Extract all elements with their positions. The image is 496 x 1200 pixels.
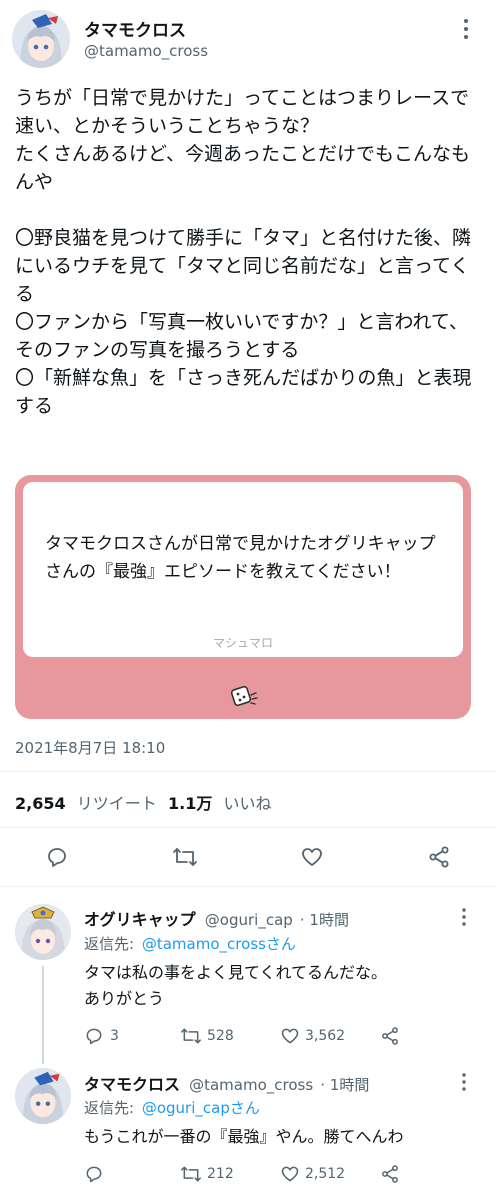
reply-1-reply-count: 3 bbox=[110, 1028, 119, 1044]
retweets-label: リツイート bbox=[76, 794, 157, 813]
reply-1-retweet-count: 528 bbox=[207, 1028, 234, 1044]
tweet-text: うちが「日常で見かけた」ってことはつまりレースで速い、とかそういうことちゃうな？… bbox=[15, 87, 472, 417]
avatar-tamamo-cross-reply[interactable] bbox=[15, 1068, 71, 1124]
reply-1-handle[interactable]: @oguri_cap bbox=[205, 911, 293, 929]
dice-icon bbox=[229, 683, 259, 711]
author-handle[interactable]: @tamamo_cross bbox=[84, 42, 208, 60]
reply-2-author-name[interactable]: タマモクロス bbox=[84, 1075, 180, 1094]
reply-1-retweet-icon[interactable] bbox=[180, 1026, 202, 1046]
card-question-box: タマモクロスさんが日常で見かけたオグリキャップさんの『最強』エピソードを教えてく… bbox=[23, 482, 463, 657]
reply-2-share-icon[interactable] bbox=[380, 1164, 400, 1184]
avatar-tamamo-cross[interactable] bbox=[12, 10, 70, 68]
card-question-text: タマモクロスさんが日常で見かけたオグリキャップさんの『最強』エピソードを教えてく… bbox=[45, 534, 436, 582]
avatar-illustration bbox=[15, 1068, 71, 1124]
avatar-illustration bbox=[15, 904, 71, 960]
reply-2-reply-to: 返信先: @oguri_capさん bbox=[84, 1097, 260, 1118]
more-options-icon[interactable] bbox=[462, 18, 470, 40]
card-brand-label: マシュマロ bbox=[212, 636, 273, 650]
reply-1-reply-to-label: 返信先: bbox=[84, 935, 135, 953]
tweet-timestamp[interactable]: 2021年8月7日 18:10 bbox=[15, 737, 165, 758]
reply-1-time[interactable]: · 1時間 bbox=[300, 911, 349, 929]
reply-1-like-icon[interactable] bbox=[280, 1026, 300, 1046]
reply-2-retweet-count: 212 bbox=[207, 1166, 234, 1182]
reply-1-author-name[interactable]: オグリキャップ bbox=[84, 910, 196, 929]
reply-2-reply-icon[interactable] bbox=[84, 1164, 104, 1184]
reply-1-header: オグリキャップ @oguri_cap · 1時間 bbox=[84, 906, 349, 930]
reply-1-reply-to: 返信先: @tamamo_crossさん bbox=[84, 933, 296, 954]
reply-2-retweet-icon[interactable] bbox=[180, 1164, 202, 1184]
reply-1-reply-to-handle[interactable]: @tamamo_crossさん bbox=[142, 935, 296, 953]
reply-1-more-icon[interactable] bbox=[461, 908, 467, 926]
reply-2-handle[interactable]: @tamamo_cross bbox=[189, 1076, 313, 1094]
reply-2-header: タマモクロス @tamamo_cross · 1時間 bbox=[84, 1071, 369, 1095]
like-icon[interactable] bbox=[300, 845, 324, 869]
reply-icon[interactable] bbox=[45, 845, 69, 869]
share-icon[interactable] bbox=[427, 845, 451, 869]
divider bbox=[0, 771, 496, 772]
likes-count: 1.1万 bbox=[168, 794, 213, 813]
reply-1-reply-icon[interactable] bbox=[84, 1026, 104, 1046]
divider bbox=[0, 827, 496, 828]
retweets-stat[interactable]: 2,654 リツイート bbox=[15, 790, 157, 814]
reply-2-more-icon[interactable] bbox=[461, 1073, 467, 1091]
reply-2-reply-to-handle[interactable]: @oguri_capさん bbox=[142, 1099, 260, 1117]
thread-line bbox=[42, 966, 44, 1064]
reply-2-reply-to-label: 返信先: bbox=[84, 1099, 135, 1117]
divider bbox=[0, 886, 496, 887]
reply-2-like-count: 2,512 bbox=[305, 1166, 346, 1182]
retweets-count: 2,654 bbox=[15, 794, 66, 813]
likes-label: いいね bbox=[223, 794, 272, 813]
reply-2-time[interactable]: · 1時間 bbox=[320, 1076, 369, 1094]
reply-1-share-icon[interactable] bbox=[380, 1026, 400, 1046]
avatar-illustration bbox=[12, 10, 70, 68]
reply-2-like-icon[interactable] bbox=[280, 1164, 300, 1184]
avatar-oguri-cap[interactable] bbox=[15, 904, 71, 960]
marshmallow-card[interactable]: タマモクロスさんが日常で見かけたオグリキャップさんの『最強』エピソードを教えてく… bbox=[15, 475, 471, 719]
author-name[interactable]: タマモクロス bbox=[84, 16, 186, 41]
reply-1-text: タマは私の事をよく見てくれてるんだな。 ありがとう bbox=[84, 963, 388, 1008]
reply-2-text: もうこれが一番の『最強』やん。勝てへんわ bbox=[84, 1127, 404, 1146]
retweet-icon[interactable] bbox=[172, 845, 198, 869]
reply-1-like-count: 3,562 bbox=[305, 1028, 346, 1044]
likes-stat[interactable]: 1.1万 いいね bbox=[168, 790, 271, 814]
